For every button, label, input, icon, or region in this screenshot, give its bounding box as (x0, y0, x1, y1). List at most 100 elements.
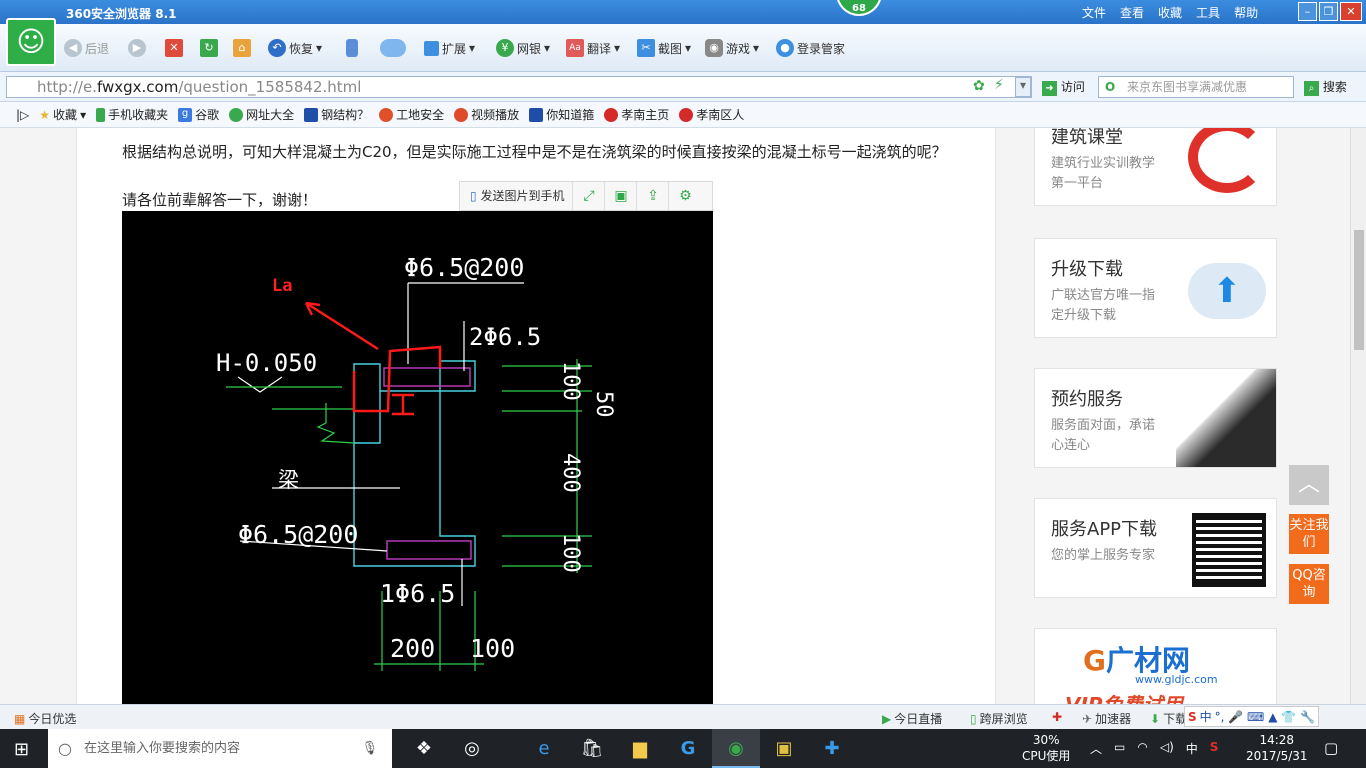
ime-toolbar[interactable]: S 中 °, 🎤 ⌨ ▲ 👕 🔧 (1184, 706, 1319, 727)
medical-icon[interactable]: ✚ (1052, 710, 1062, 724)
menu-bar: 文件 查看 收藏 工具 帮助 (1082, 4, 1258, 21)
image-viewer-icon[interactable]: ▣ (760, 729, 808, 768)
chevron-up-icon[interactable]: ︿ (1090, 740, 1102, 757)
expand-icon[interactable]: ⤢ (573, 182, 606, 210)
minimize-button[interactable]: – (1298, 2, 1317, 21)
lightning-icon[interactable]: ⚡ (994, 77, 1004, 93)
gamepad-icon: ◉ (705, 39, 723, 57)
maximize-button[interactable]: ❐ (1319, 2, 1338, 21)
chevron-down-icon: ▾ (469, 41, 476, 55)
settings-gear-icon[interactable]: ⚙ (669, 182, 701, 210)
close-button[interactable]: ✕ (1340, 2, 1362, 21)
swirl-app-icon[interactable]: ◎ (448, 729, 496, 768)
fav-item[interactable]: g 谷歌 (178, 106, 219, 123)
video-icon (454, 107, 469, 122)
dim-50-label: 50 (591, 391, 616, 418)
user-avatar-icon[interactable]: ☺ (6, 18, 56, 66)
visit-button[interactable]: ➜ 访问 (1042, 78, 1085, 96)
save-icon[interactable]: ▣ (605, 182, 638, 210)
back-button[interactable]: ◀ 后退 (64, 37, 109, 59)
grid-icon (424, 40, 439, 56)
store-icon[interactable]: 🛍 (568, 729, 616, 768)
file-explorer-icon[interactable]: ▆ (616, 729, 664, 768)
network-icon[interactable]: ▭ (1114, 740, 1125, 757)
login-button[interactable]: ● 登录管家 (776, 37, 845, 59)
home-button[interactable]: ⌂ (233, 37, 251, 59)
fav-item[interactable]: 钢结构？ (304, 106, 369, 123)
top-rebar-label: Φ6.5@200 (404, 253, 524, 282)
url-dropdown-icon[interactable]: ▾ (1015, 77, 1031, 97)
wifi-icon[interactable]: ◠ (1137, 740, 1147, 757)
task-view-icon[interactable]: ❖ (400, 729, 448, 768)
scrollbar-thumb[interactable] (1354, 230, 1364, 350)
sidebar-toggle-icon[interactable]: |▷ (16, 108, 29, 122)
mobile-button[interactable] (346, 37, 358, 59)
card-app-download[interactable]: 服务APP下载 您的掌上服务专家 (1034, 498, 1277, 598)
fav-item[interactable]: 网址大全 (229, 106, 294, 123)
cloud-button[interactable] (380, 37, 406, 59)
forward-button[interactable]: ▶ (128, 37, 146, 59)
window-controls: – ❐ ✕ (1298, 2, 1362, 21)
input-lang-indicator[interactable]: 中 (1186, 740, 1198, 757)
stop-button[interactable]: ✕ (165, 37, 183, 59)
microphone-icon[interactable]: 🎙 (361, 729, 378, 768)
scissors-icon: ✂ (637, 39, 655, 57)
bank-button[interactable]: ¥ 网银 ▾ (496, 37, 550, 59)
extend-button[interactable]: 扩展 ▾ (424, 37, 475, 59)
cross-screen-button[interactable]: ▯ 跨屏浏览 (970, 710, 1028, 727)
cpu-monitor[interactable]: 30% CPU使用 (1022, 732, 1070, 764)
menu-tools[interactable]: 工具 (1196, 4, 1220, 21)
volume-icon[interactable]: ◁) (1160, 740, 1174, 757)
security-icon[interactable]: ✿ (973, 78, 985, 94)
page-scrollbar[interactable] (1350, 128, 1366, 704)
fav-item[interactable]: ★ 收藏 ▾ (39, 106, 86, 123)
screenshot-button[interactable]: ✂ 截图 ▾ (637, 37, 691, 59)
menu-view[interactable]: 查看 (1120, 4, 1144, 21)
fav-item[interactable]: 孝南主页 (604, 106, 669, 123)
notification-center-icon[interactable]: ▢ (1324, 739, 1338, 757)
windows-start-icon[interactable]: ⊞ (14, 739, 29, 760)
speed-badge[interactable]: 68 (836, 0, 882, 16)
screenshot-app-icon[interactable]: ✚ (808, 729, 856, 768)
card-appointment-service[interactable]: 预约服务 服务面对面，承诺心连心 (1034, 368, 1277, 468)
follow-us-button[interactable]: 关注我们 (1289, 514, 1329, 554)
menu-help[interactable]: 帮助 (1234, 4, 1258, 21)
cad-drawing-image[interactable]: Φ6.5@200 La H-0.050 2Φ6.5 梁 Φ6.5@200 1Φ6… (122, 211, 713, 704)
menu-favorites[interactable]: 收藏 (1158, 4, 1182, 21)
edge-browser-icon[interactable]: e (520, 729, 568, 768)
back-to-top-button[interactable]: ︿ (1289, 465, 1329, 505)
share-icon[interactable]: ⇪ (637, 182, 670, 210)
fav-item[interactable]: 手机收藏夹 (96, 106, 168, 123)
fav-item[interactable]: 视频播放 (454, 106, 519, 123)
card-building-classroom[interactable]: 建筑课堂 建筑行业实训教学第一平台 (1034, 128, 1277, 206)
fav-item[interactable]: 工地安全 (379, 106, 444, 123)
360-browser-icon[interactable]: ◉ (712, 729, 760, 768)
card-gldjc-ad[interactable]: G广材网 www.gldjc.com VIP免费试用 (1034, 628, 1277, 704)
refresh-button[interactable]: ↻ (200, 37, 218, 59)
send-to-phone-button[interactable]: ▯ 发送图片到手机 (460, 182, 574, 210)
card-upgrade-download[interactable]: 升级下载 广联达官方唯一指定升级下载 ⬆ (1034, 238, 1277, 338)
windows-taskbar: ⊞ ○ 在这里输入你要搜索的内容 🎙 ❖ ◎ e 🛍 ▆ G ◉ ▣ ✚ 30% CP… (0, 729, 1366, 768)
accelerator-button[interactable]: ✈ 加速器 (1082, 710, 1131, 727)
taskbar-search-input[interactable]: ○ 在这里输入你要搜索的内容 🎙 (48, 729, 392, 768)
today-live-button[interactable]: ▶ 今日直播 (882, 710, 942, 727)
translate-button[interactable]: Aa 翻译 ▾ (566, 37, 620, 59)
today-picks-button[interactable]: ▦ 今日优选 (14, 710, 76, 727)
download-button[interactable]: ⬇ 下载 (1150, 710, 1187, 727)
sogou-tray-icon[interactable]: S (1210, 740, 1219, 757)
restore-button[interactable]: ↶ 恢复 ▾ (268, 37, 322, 59)
emblem-icon (604, 107, 619, 122)
games-button[interactable]: ◉ 游戏 ▾ (705, 37, 759, 59)
search-input[interactable]: O 来京东图书享满减优惠 (1098, 76, 1294, 98)
search-button[interactable]: ⌕ 搜索 (1304, 78, 1347, 96)
system-clock[interactable]: 14:28 2017/5/31 (1246, 732, 1308, 764)
qq-consult-button[interactable]: QQ咨询 (1289, 564, 1329, 604)
i-beam-markup (392, 393, 414, 416)
url-input[interactable]: http://e.fwxgx.com/question_1585842.html (6, 76, 1032, 98)
fav-item[interactable]: 你知道箍 (529, 106, 594, 123)
brand-swirl-icon (1188, 128, 1266, 193)
menu-file[interactable]: 文件 (1082, 4, 1106, 21)
fav-item[interactable]: 孝南区人 (679, 106, 744, 123)
glodon-app-icon[interactable]: G (664, 729, 712, 768)
dim-100-top-label: 100 (558, 361, 583, 401)
